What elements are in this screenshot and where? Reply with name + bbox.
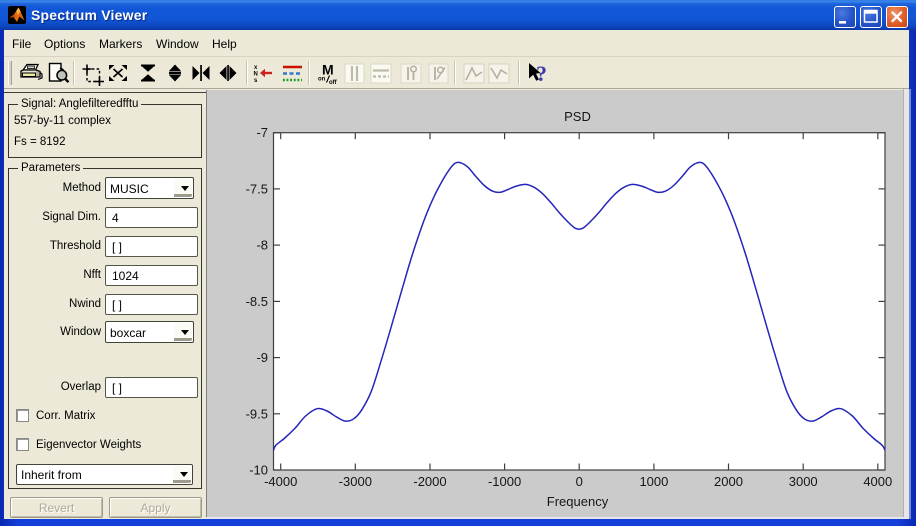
svg-text:-9: -9 [256,350,268,365]
svg-text:-1000: -1000 [488,474,521,489]
svg-text:-9.5: -9.5 [246,406,268,421]
svg-text:-8: -8 [256,238,268,253]
svg-text:1000: 1000 [639,474,668,489]
svg-text:-2000: -2000 [413,474,446,489]
svg-text:2000: 2000 [714,474,743,489]
svg-text:3000: 3000 [789,474,818,489]
svg-text:off: off [329,80,338,86]
svg-text:0: 0 [576,474,583,489]
svg-text:-3000: -3000 [339,474,372,489]
svg-text:N: N [254,72,258,78]
svg-text:s: s [254,78,258,84]
svg-text:-4000: -4000 [264,474,297,489]
svg-text:PSD: PSD [564,109,591,124]
svg-text:4000: 4000 [863,474,892,489]
svg-text:M: M [322,62,334,78]
svg-text:-7.5: -7.5 [246,181,268,196]
svg-text:Frequency: Frequency [547,494,609,509]
svg-text:-7: -7 [256,125,268,140]
svg-text:-10: -10 [249,463,268,478]
svg-text:x: x [254,65,258,71]
svg-text:on: on [318,77,326,83]
svg-text:-8.5: -8.5 [246,294,268,309]
svg-text:?: ? [536,61,547,86]
